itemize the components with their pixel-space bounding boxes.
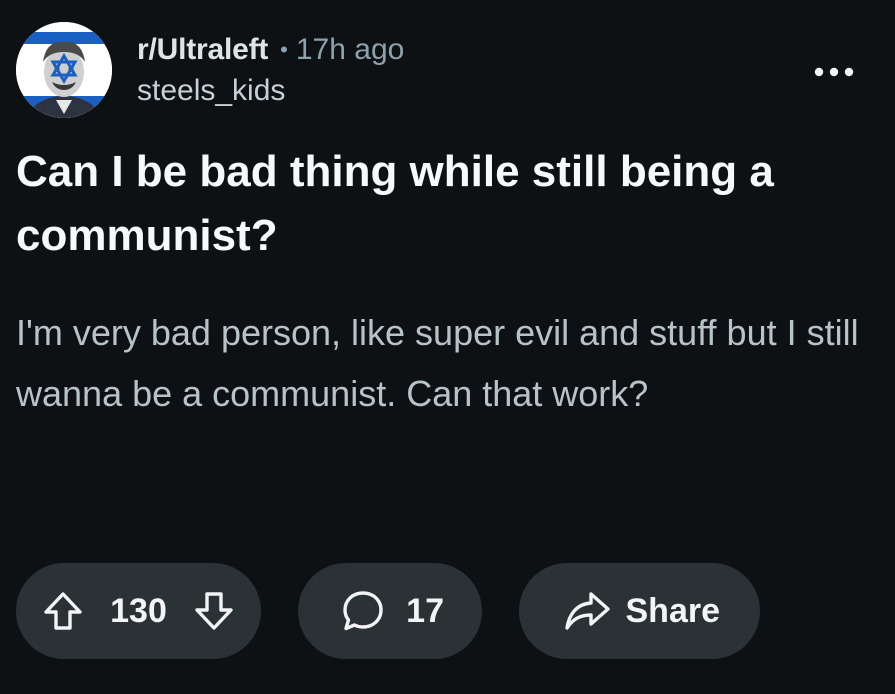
- comment-button[interactable]: 17: [298, 563, 482, 659]
- comment-bubble-icon: [343, 591, 383, 631]
- post-time: 17h ago: [295, 33, 405, 66]
- vote-pill: 130: [16, 563, 261, 659]
- subreddit-avatar[interactable]: [16, 22, 112, 118]
- action-bar: 130 17 Share: [16, 563, 760, 659]
- more-options-button[interactable]: [808, 54, 860, 90]
- downvote-button[interactable]: [193, 590, 235, 632]
- upvote-button[interactable]: [42, 590, 84, 632]
- upvote-count: 130: [110, 591, 167, 630]
- post-meta: r/Ultraleft • 17h ago steels_kids: [137, 30, 404, 106]
- meta-separator: •: [280, 37, 288, 62]
- subreddit-link[interactable]: r/Ultraleft: [137, 35, 268, 65]
- comment-count: 17: [406, 591, 444, 630]
- share-label: Share: [625, 591, 721, 630]
- post-body: I'm very bad person, like super evil and…: [16, 312, 859, 414]
- share-button[interactable]: Share: [519, 563, 760, 659]
- post-card: r/Ultraleft • 17h ago steels_kids Can I …: [0, 0, 895, 694]
- share-arrow-icon: [565, 592, 610, 630]
- more-options-icon: [814, 67, 854, 77]
- post-title[interactable]: Can I be bad thing while still being a c…: [16, 140, 876, 268]
- downvote-arrow-icon: [195, 592, 233, 630]
- author-link[interactable]: steels_kids: [137, 76, 404, 106]
- upvote-arrow-icon: [44, 592, 82, 630]
- avatar-image: [16, 22, 112, 118]
